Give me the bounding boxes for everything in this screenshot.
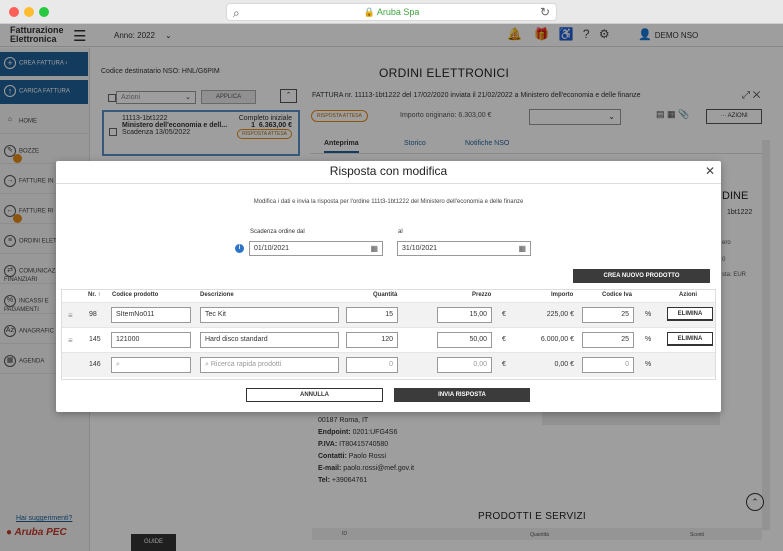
- descrizione-search-input[interactable]: ⌕ Ricerca rapida prodotti: [200, 357, 339, 373]
- invia-risposta-button[interactable]: INVIA RISPOSTA: [394, 388, 530, 402]
- annulla-button[interactable]: ANNULLA: [246, 388, 383, 402]
- drag-handle-icon[interactable]: ≡: [68, 336, 73, 345]
- modal-title: Risposta con modifica: [329, 164, 448, 178]
- importo-value: 0,00 €: [554, 361, 574, 368]
- date-to-input[interactable]: 31/10/2021 ▦: [397, 241, 531, 256]
- quantita-input[interactable]: 0: [346, 357, 398, 373]
- prezzo-input[interactable]: 0,00: [437, 357, 492, 373]
- descrizione-input[interactable]: Tec Kit: [200, 307, 339, 323]
- calendar-icon[interactable]: ▦: [518, 244, 526, 253]
- scadenza-label: Scadenza ordine dal: [250, 229, 305, 235]
- descrizione-input[interactable]: Hard disco standard: [200, 332, 339, 348]
- close-window-button[interactable]: [9, 7, 19, 17]
- col-nr[interactable]: Nr. ↑: [88, 292, 101, 298]
- table-row: ≡ 145 121000 Hard disco standard 120 50,…: [62, 327, 715, 352]
- address-host: 🔒 Aruba Spa: [363, 7, 420, 17]
- address-bar[interactable]: ⌕ 🔒 Aruba Spa ↻: [226, 3, 557, 21]
- prezzo-input[interactable]: 50,00: [437, 332, 492, 348]
- col-descrizione: Descrizione: [200, 292, 234, 298]
- al-label: al: [398, 229, 403, 235]
- risposta-modal: Risposta con modifica ✕ Modifica i dati …: [56, 161, 721, 412]
- search-icon: ⌕: [116, 361, 120, 368]
- crea-nuovo-prodotto-button[interactable]: CREA NUOVO PRODOTTO: [573, 269, 710, 283]
- col-codice: Codice prodotto: [112, 292, 159, 298]
- quantita-input[interactable]: 15: [346, 307, 398, 323]
- codice-input[interactable]: 121000: [111, 332, 191, 348]
- importo-value: 225,00 €: [546, 311, 574, 318]
- prezzo-input[interactable]: 15,00: [437, 307, 492, 323]
- codice-search-input[interactable]: ⌕: [111, 357, 191, 373]
- reload-icon[interactable]: ↻: [540, 5, 550, 19]
- iva-input[interactable]: 0: [582, 357, 634, 373]
- drag-handle-icon[interactable]: ≡: [68, 311, 73, 320]
- prodotti-edit-table: Nr. ↑ Codice prodotto Descrizione Quanti…: [61, 289, 716, 380]
- iva-input[interactable]: 25: [582, 332, 634, 348]
- codice-input[interactable]: SItemNo011: [111, 307, 191, 323]
- maximize-window-button[interactable]: [39, 7, 49, 17]
- calendar-icon[interactable]: ▦: [370, 244, 378, 253]
- col-quantita: Quantità: [373, 292, 398, 298]
- col-iva: Codice Iva: [602, 292, 633, 298]
- search-icon: ⌕: [205, 361, 209, 368]
- date-from-input[interactable]: 01/10/2021 ▦: [249, 241, 383, 256]
- modal-intro: Modifica i dati e invia la risposta per …: [253, 199, 524, 205]
- quantita-input[interactable]: 120: [346, 332, 398, 348]
- col-importo: Importo: [551, 292, 574, 298]
- minimize-window-button[interactable]: [24, 7, 34, 17]
- elimina-button[interactable]: ELIMINA: [667, 307, 713, 321]
- col-azioni: Azioni: [679, 292, 697, 298]
- table-row-new: 146 ⌕ ⌕ Ricerca rapida prodotti 0 0,00 €…: [62, 352, 715, 377]
- browser-toolbar: ⌕ 🔒 Aruba Spa ↻: [0, 0, 783, 24]
- close-icon[interactable]: ✕: [705, 164, 715, 178]
- table-row: ≡ 98 SItemNo011 Tec Kit 15 15,00 € 225,0…: [62, 302, 715, 327]
- importo-value: 6.000,00 €: [540, 336, 574, 343]
- iva-input[interactable]: 25: [582, 307, 634, 323]
- col-prezzo: Prezzo: [472, 292, 492, 298]
- info-icon[interactable]: i: [235, 244, 244, 253]
- elimina-button[interactable]: ELIMINA: [667, 332, 713, 346]
